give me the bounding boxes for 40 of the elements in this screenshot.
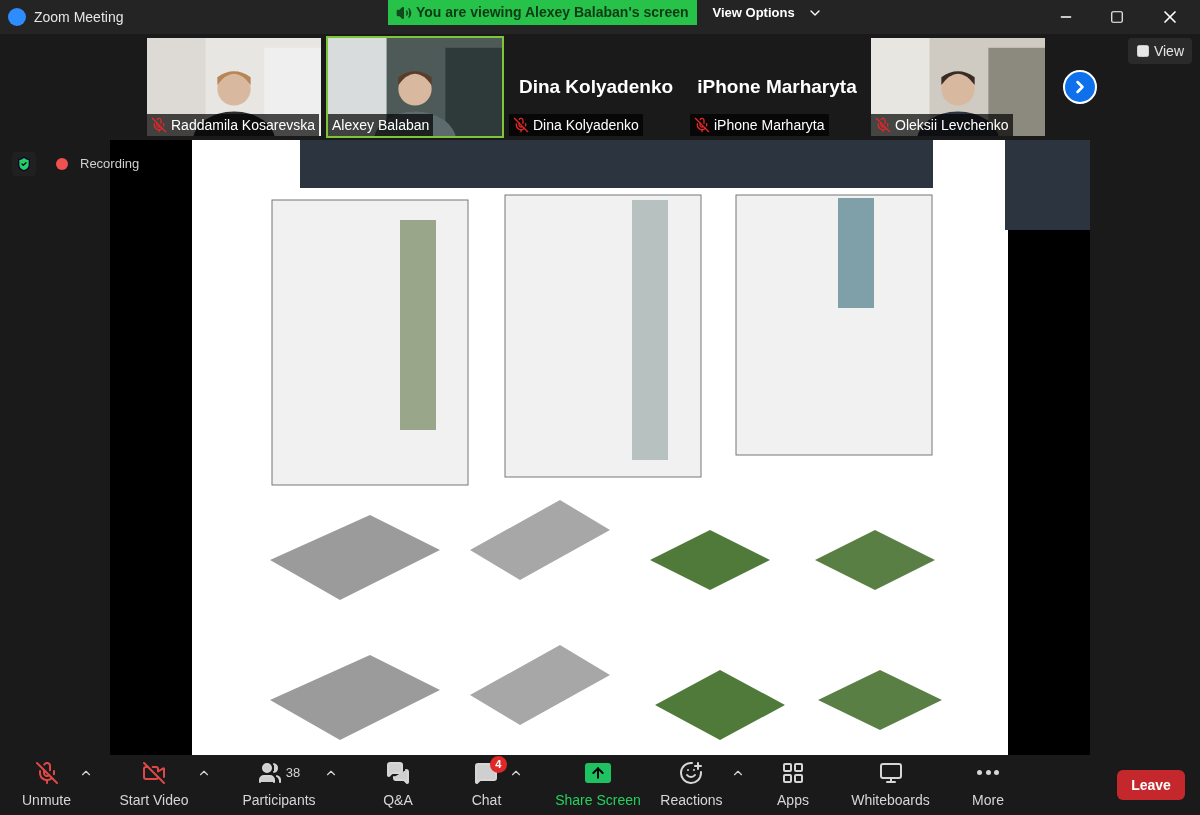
participant-name: Alexey Balaban — [332, 115, 430, 135]
view-button[interactable]: View — [1127, 38, 1192, 64]
leave-button[interactable]: Leave — [1117, 770, 1185, 800]
toolbar-button[interactable]: Whiteboards — [847, 759, 934, 811]
share-screen-icon — [585, 762, 611, 783]
share-banner-text: You are viewing Alexey Balaban's screen — [416, 3, 689, 22]
people-icon — [257, 760, 282, 785]
zoom-logo-icon — [8, 8, 26, 26]
toolbar-button[interactable]: Apps — [773, 759, 813, 811]
next-page-button[interactable] — [1063, 70, 1097, 104]
video-tile[interactable]: Raddamila Kosarevska — [145, 36, 323, 138]
participant-name: iPhone Marharyta — [714, 115, 825, 135]
speaker-icon — [396, 4, 412, 21]
toolbar-button[interactable]: Q&A — [379, 759, 417, 811]
toolbar-button[interactable]: Reactions — [656, 759, 727, 811]
maximize-icon[interactable] — [1110, 10, 1124, 24]
whiteboard-icon — [878, 760, 903, 785]
recording-label: Recording — [80, 155, 140, 174]
unread-badge: 4 — [489, 755, 507, 773]
participant-name: Raddamila Kosarevska — [171, 115, 315, 135]
smiley-plus-icon — [679, 760, 704, 785]
more-icon — [977, 770, 999, 775]
participant-count: 38 — [285, 763, 301, 782]
participant-display-name: iPhone Marharyta — [697, 74, 857, 99]
muted-mic-icon — [34, 760, 59, 785]
toolbar-button[interactable]: 38 Participants — [238, 759, 320, 811]
video-off-icon — [142, 760, 166, 785]
security-shield-icon[interactable] — [12, 152, 36, 176]
window-title: Zoom Meeting — [34, 7, 124, 27]
video-tile[interactable]: Oleksii Levchenko — [869, 36, 1047, 138]
apps-icon — [781, 760, 805, 785]
chat-bubbles-icon — [386, 760, 410, 785]
toolbar-button[interactable]: Share Screen — [551, 759, 645, 811]
toolbar-button[interactable]: Start Video — [115, 759, 193, 811]
toolbar-button[interactable]: More — [968, 759, 1008, 811]
participant-name: Oleksii Levchenko — [895, 115, 1009, 135]
participant-name: Dina Kolyadenko — [533, 115, 639, 135]
toolbar-button[interactable]: Unmute — [18, 759, 75, 811]
participant-display-name: Dina Kolyadenko — [518, 74, 674, 99]
video-tile[interactable]: Alexey Balaban — [326, 36, 504, 138]
